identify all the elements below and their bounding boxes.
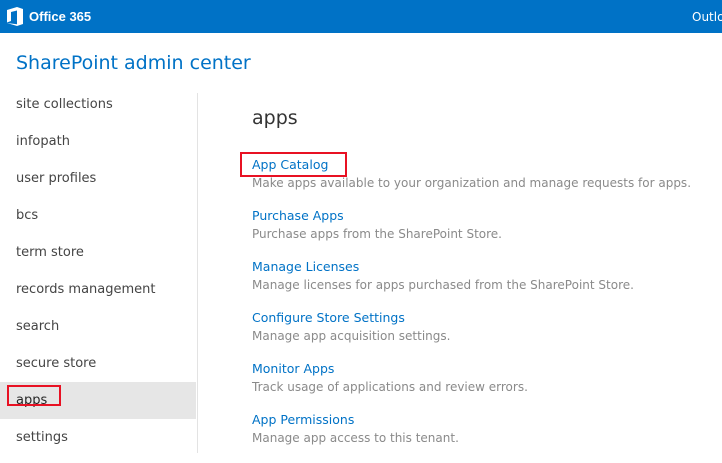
sidebar-item-label: term store xyxy=(16,245,84,260)
sidebar-item-term-store[interactable]: term store xyxy=(0,234,196,271)
link-description: Manage app access to this tenant. xyxy=(252,431,459,445)
link-description: Manage licenses for apps purchased from … xyxy=(252,278,634,292)
sidebar-item-label: settings xyxy=(16,430,68,445)
office365-logo[interactable]: Office 365 xyxy=(6,6,91,27)
sidebar-nav: site collections infopath user profiles … xyxy=(0,86,196,456)
app-links-list: App Catalog Make apps available to your … xyxy=(240,152,722,463)
sidebar-item-label: user profiles xyxy=(16,171,97,186)
sidebar-item-apps[interactable]: apps xyxy=(0,382,196,419)
list-item: App Catalog Make apps available to your … xyxy=(240,152,722,208)
link-description: Manage app acquisition settings. xyxy=(252,329,451,343)
sidebar-item-bcs[interactable]: bcs xyxy=(0,197,196,234)
link-description: Make apps available to your organization… xyxy=(252,176,692,190)
list-item: Purchase Apps Purchase apps from the Sha… xyxy=(252,208,722,259)
monitor-apps-link[interactable]: Monitor Apps xyxy=(252,361,722,377)
manage-licenses-link[interactable]: Manage Licenses xyxy=(252,259,722,275)
sidebar-item-records-management[interactable]: records management xyxy=(0,271,196,308)
sidebar-item-settings[interactable]: settings xyxy=(0,419,196,456)
configure-store-settings-link[interactable]: Configure Store Settings xyxy=(252,310,722,326)
list-item: Manage Licenses Manage licenses for apps… xyxy=(252,259,722,310)
list-item: Monitor Apps Track usage of applications… xyxy=(252,361,722,412)
sidebar-item-label: site collections xyxy=(16,97,113,112)
list-item: App Permissions Manage app access to thi… xyxy=(252,412,722,463)
purchase-apps-link[interactable]: Purchase Apps xyxy=(252,208,722,224)
sidebar-item-label: secure store xyxy=(16,356,97,371)
link-description: Purchase apps from the SharePoint Store. xyxy=(252,227,502,241)
sidebar-item-label: infopath xyxy=(16,134,70,149)
highlight-box xyxy=(240,152,347,177)
sidebar-item-label: bcs xyxy=(16,208,39,223)
sidebar-divider xyxy=(197,93,198,453)
sidebar-item-user-profiles[interactable]: user profiles xyxy=(0,160,196,197)
sidebar-item-secure-store[interactable]: secure store xyxy=(0,345,196,382)
highlight-box xyxy=(7,385,61,406)
top-bar: Office 365 Outlo xyxy=(0,0,722,33)
outlook-link[interactable]: Outlo xyxy=(692,10,722,24)
sidebar-item-infopath[interactable]: infopath xyxy=(0,123,196,160)
brand-name: Office 365 xyxy=(29,9,92,24)
page-title: SharePoint admin center xyxy=(16,52,251,74)
app-permissions-link[interactable]: App Permissions xyxy=(252,412,722,428)
sidebar-item-label: search xyxy=(16,319,60,334)
section-heading: apps xyxy=(252,107,298,129)
sidebar-item-label: records management xyxy=(16,282,156,297)
office-logo-icon xyxy=(7,7,23,26)
sidebar-item-search[interactable]: search xyxy=(0,308,196,345)
list-item: Configure Store Settings Manage app acqu… xyxy=(252,310,722,361)
sidebar-item-site-collections[interactable]: site collections xyxy=(0,86,196,123)
link-description: Track usage of applications and review e… xyxy=(252,380,528,394)
